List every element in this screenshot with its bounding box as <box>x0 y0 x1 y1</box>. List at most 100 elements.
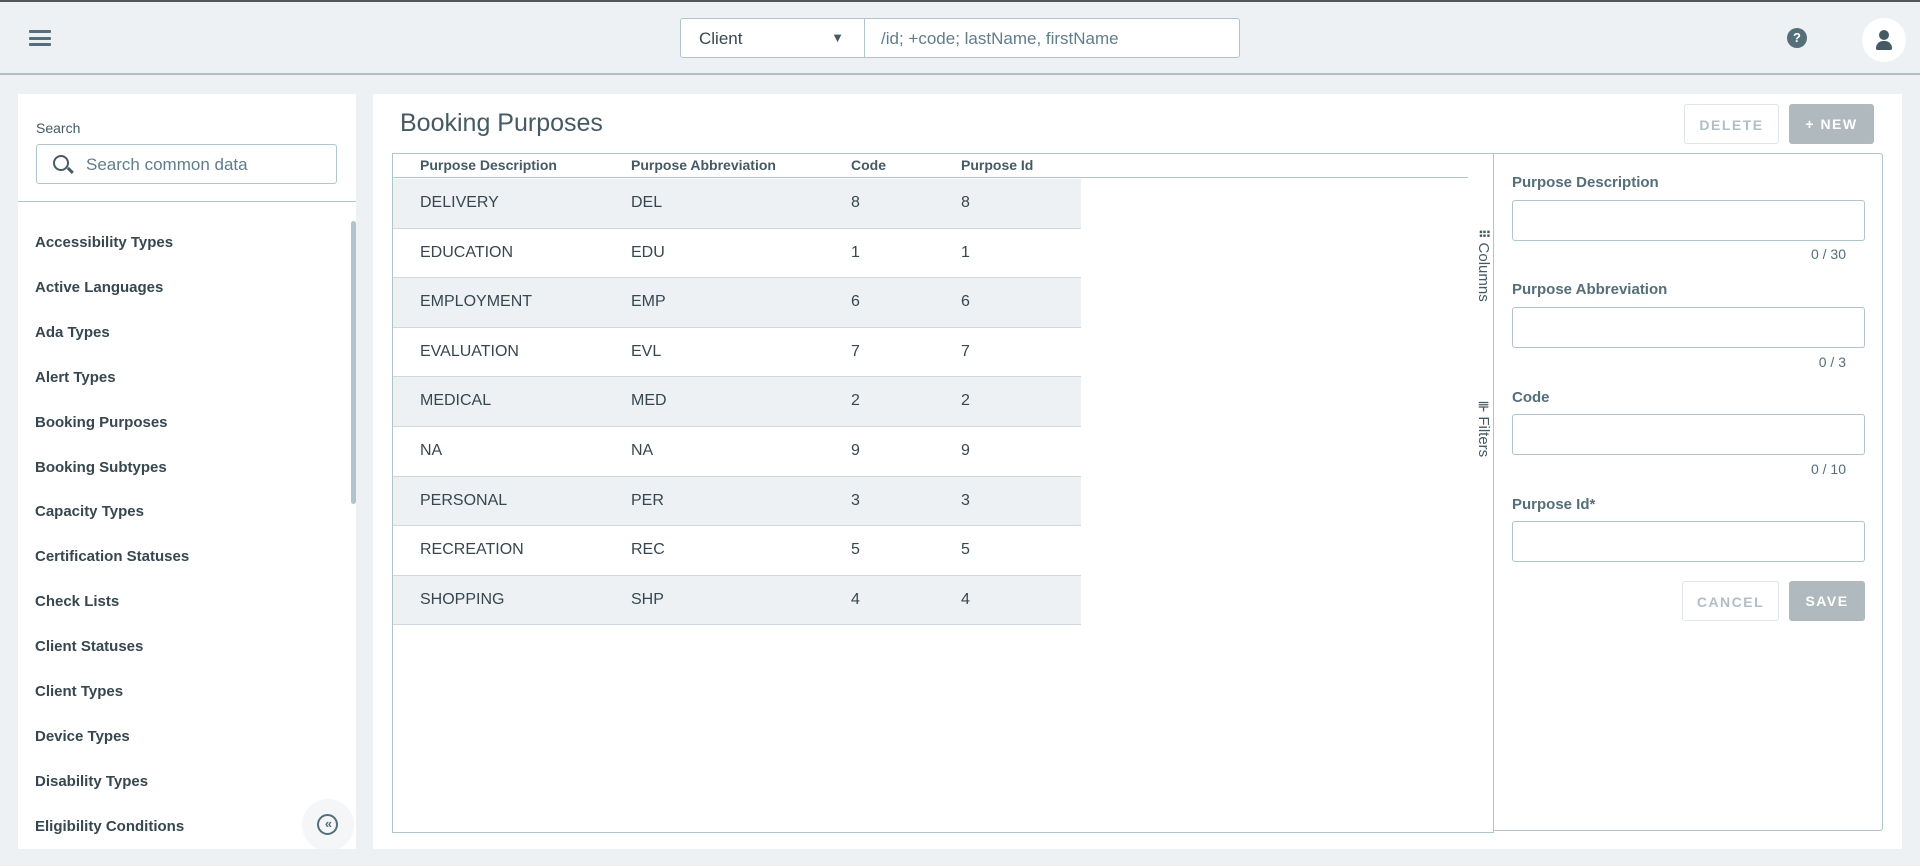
char-counter: 0 / 10 <box>1810 461 1846 477</box>
sidebar-item[interactable]: Active Languages <box>35 279 163 296</box>
table-cell: 1 <box>851 243 860 261</box>
page-title: Booking Purposes <box>400 109 603 137</box>
sidebar-item[interactable]: Check Lists <box>35 593 119 610</box>
save-button[interactable]: SAVE <box>1789 581 1865 621</box>
filter-icon: ⊪ <box>1476 401 1491 413</box>
table-cell: 4 <box>851 590 860 608</box>
table-cell: 6 <box>961 293 970 311</box>
help-icon[interactable]: ? <box>1787 28 1807 48</box>
columns-tab-label: Columns <box>1475 242 1492 302</box>
table-cell: PER <box>631 491 664 509</box>
columns-tab[interactable]: ⠿ Columns <box>1475 229 1492 302</box>
sidebar-item[interactable]: Disability Types <box>35 773 148 790</box>
table-cell: EDU <box>631 243 665 261</box>
column-header[interactable]: Purpose Description <box>420 157 557 173</box>
table-cell: 7 <box>961 342 970 360</box>
purpose-description-input[interactable] <box>1512 200 1865 241</box>
sidebar-item[interactable]: Client Statuses <box>35 638 143 655</box>
filters-tab[interactable]: ⊪ Filters <box>1475 401 1492 457</box>
top-bar: Client ▼ /id; +code; lastName, firstName … <box>0 2 1920 75</box>
sidebar-item[interactable]: Alert Types <box>35 369 116 386</box>
table-cell: MED <box>631 392 667 410</box>
cancel-button[interactable]: CANCEL <box>1682 581 1779 621</box>
table-row[interactable]: RECREATION REC 5 5 <box>393 526 1081 576</box>
char-counter: 0 / 30 <box>1810 246 1846 262</box>
table-cell: 7 <box>851 342 860 360</box>
entity-select[interactable]: Client ▼ <box>680 18 865 58</box>
double-chevron-left-icon: « <box>317 814 338 835</box>
purpose-id-label: Purpose Id* <box>1512 496 1596 513</box>
purpose-abbreviation-input[interactable] <box>1512 307 1865 348</box>
new-button[interactable]: + NEW <box>1789 104 1874 144</box>
table-cell: NA <box>631 442 654 459</box>
edit-form: Purpose Description 0 / 30 Purpose Abbre… <box>1494 153 1883 831</box>
search-icon <box>53 155 69 171</box>
sidebar-item[interactable]: Certification Statuses <box>35 548 189 565</box>
table-row[interactable]: EDUCATION EDU 1 1 <box>393 229 1081 279</box>
table-cell: EVL <box>631 342 662 360</box>
global-search-input[interactable]: /id; +code; lastName, firstName <box>865 18 1240 58</box>
table-cell: MEDICAL <box>420 392 492 410</box>
sidebar-item[interactable]: Booking Subtypes <box>35 459 167 476</box>
search-label: Search <box>36 120 81 136</box>
table-cell: EVALUATION <box>420 342 519 360</box>
table-cell: EMPLOYMENT <box>420 293 533 311</box>
table-row[interactable]: EMPLOYMENT EMP 6 6 <box>393 278 1081 328</box>
table-row[interactable]: DELIVERY DEL 8 8 <box>393 179 1081 229</box>
hamburger-menu-icon[interactable] <box>29 30 51 46</box>
table-cell: 2 <box>851 392 860 410</box>
table-cell: SHP <box>631 590 664 608</box>
table-cell: DEL <box>631 194 663 211</box>
table-cell: 9 <box>961 442 970 459</box>
table-cell: 4 <box>961 590 970 608</box>
table-cell: 5 <box>851 541 860 559</box>
column-header[interactable]: Purpose Abbreviation <box>631 157 776 173</box>
column-header[interactable]: Purpose Id <box>961 157 1033 173</box>
sidebar-item[interactable]: Eligibility Conditions <box>35 818 184 835</box>
grid-header: Purpose Description Purpose Abbreviation… <box>393 154 1468 178</box>
purpose-abbreviation-label: Purpose Abbreviation <box>1512 281 1668 298</box>
grid-icon: ⠿ <box>1476 229 1491 239</box>
table-cell: 3 <box>961 491 970 509</box>
table-cell: 8 <box>851 194 860 211</box>
table-cell: RECREATION <box>420 541 524 559</box>
table-cell: 3 <box>851 491 860 509</box>
caret-down-icon: ▼ <box>831 30 844 45</box>
user-avatar-icon[interactable] <box>1862 18 1906 62</box>
sidebar-item[interactable]: Capacity Types <box>35 503 144 520</box>
sidebar: Search Search common data Accessibility … <box>18 94 356 849</box>
sidebar-item[interactable]: Booking Purposes <box>35 414 168 431</box>
code-input[interactable] <box>1512 414 1865 455</box>
sidebar-item[interactable]: Client Types <box>35 683 123 700</box>
table-cell: NA <box>420 442 443 459</box>
table-cell: 1 <box>961 243 970 261</box>
sidebar-item[interactable]: Device Types <box>35 728 130 745</box>
table-cell: SHOPPING <box>420 590 505 608</box>
entity-select-value: Client <box>699 29 743 48</box>
sidebar-scrollbar[interactable] <box>351 221 356 504</box>
sidebar-item[interactable]: Accessibility Types <box>35 234 173 251</box>
table-cell: EMP <box>631 293 666 311</box>
column-header[interactable]: Code <box>851 157 886 173</box>
table-cell: 5 <box>961 541 970 559</box>
code-label: Code <box>1512 389 1550 406</box>
table-row[interactable]: EVALUATION EVL 7 7 <box>393 328 1081 378</box>
purpose-id-input[interactable] <box>1512 521 1865 562</box>
char-counter: 0 / 3 <box>1818 354 1846 370</box>
divider <box>18 201 356 202</box>
sidebar-search-input[interactable]: Search common data <box>36 144 337 184</box>
table-cell: DELIVERY <box>420 194 499 211</box>
table-row[interactable]: NA NA 9 9 <box>393 427 1081 477</box>
table-cell: 2 <box>961 392 970 410</box>
delete-button[interactable]: DELETE <box>1684 104 1779 144</box>
sidebar-item[interactable]: Ada Types <box>35 324 110 341</box>
table-cell: PERSONAL <box>420 491 508 509</box>
search-placeholder: Search common data <box>86 155 248 174</box>
table-row[interactable]: SHOPPING SHP 4 4 <box>393 575 1081 626</box>
table-row[interactable]: MEDICAL MED 2 2 <box>393 377 1081 427</box>
filters-tab-label: Filters <box>1475 416 1492 458</box>
table-cell: 9 <box>851 442 860 459</box>
table-row[interactable]: PERSONAL PER 3 3 <box>393 476 1081 527</box>
collapse-sidebar-button[interactable]: « <box>302 799 354 849</box>
table-cell: 8 <box>961 194 970 211</box>
